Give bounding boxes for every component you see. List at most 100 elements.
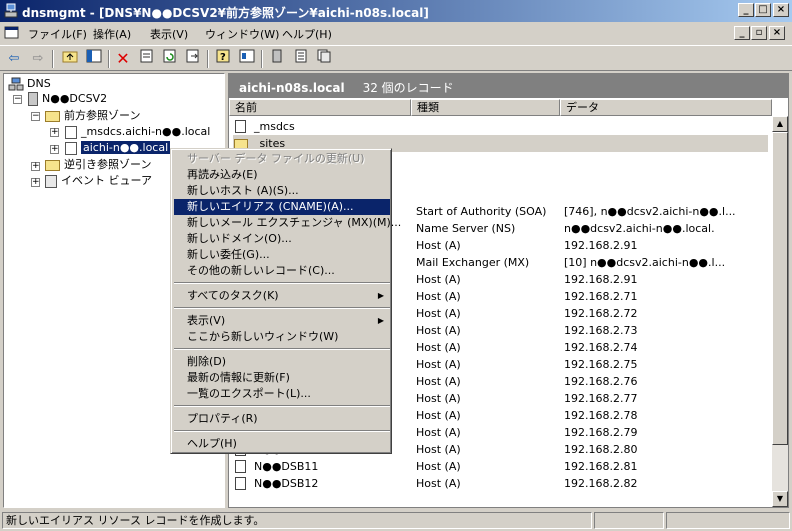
- record-data: 192.168.2.73: [564, 324, 638, 337]
- expand-toggle[interactable]: +: [50, 128, 59, 137]
- expand-toggle[interactable]: +: [31, 162, 40, 171]
- context-menu-item[interactable]: 最新の情報に更新(F): [174, 370, 390, 386]
- record-name: _msdcs: [254, 120, 295, 133]
- window-title: dnsmgmt - [DNS¥N●●DCSV2¥前方参照ゾーン¥aichi-n0…: [22, 6, 429, 20]
- menu-window[interactable]: ウィンドウ(W): [205, 26, 279, 42]
- context-menu-item[interactable]: 表示(V) ▶: [174, 313, 390, 329]
- maximize-button[interactable]: □: [755, 3, 771, 17]
- table-row[interactable]: N●●DSB11 Host (A) 192.168.2.81: [233, 458, 768, 475]
- scroll-thumb[interactable]: [772, 132, 788, 445]
- context-menu-item-label: サーバー データ ファイルの更新(U): [187, 152, 365, 165]
- record-data: [746], n●●dcsv2.aichi-n●●.l...: [564, 205, 736, 218]
- column-header-type[interactable]: 種類: [411, 99, 560, 116]
- context-menu-item[interactable]: 一覧のエクスポート(L)...: [174, 386, 390, 402]
- console-icon[interactable]: [4, 25, 20, 41]
- properties-icon[interactable]: [137, 49, 157, 69]
- context-menu-item[interactable]: ここから新しいウィンドウ(W): [174, 329, 390, 345]
- child-close-button[interactable]: ×: [769, 26, 785, 40]
- context-menu-item[interactable]: 新しい委任(G)...: [174, 247, 390, 263]
- context-menu-item-label: すべてのタスク(K): [187, 289, 279, 302]
- menu-bar: ファイル(F) 操作(A) 表示(V) ウィンドウ(W) ヘルプ(H) _ ▫ …: [0, 22, 792, 44]
- record-data: 192.168.2.91: [564, 273, 638, 286]
- record-icon: [235, 460, 246, 473]
- child-restore-button[interactable]: ▫: [751, 26, 767, 40]
- scroll-down-button[interactable]: ▼: [772, 491, 788, 507]
- context-menu-item-label: 削除(D): [187, 355, 227, 368]
- child-minimize-button[interactable]: _: [734, 26, 750, 40]
- tree-node-reverse-zones[interactable]: 逆引き参照ゾーン: [45, 157, 151, 173]
- expand-toggle[interactable]: +: [31, 178, 40, 187]
- scroll-up-button[interactable]: ▲: [772, 116, 788, 132]
- record-data: 192.168.2.77: [564, 392, 638, 405]
- tree-label-forward: 前方参照ゾーン: [64, 109, 141, 122]
- tree-node-msdcs[interactable]: _msdcs.aichi-n●●.local: [65, 124, 210, 140]
- record-type: Host (A): [416, 324, 461, 337]
- collapse-toggle[interactable]: −: [13, 95, 22, 104]
- close-button[interactable]: ×: [773, 3, 789, 17]
- up-folder-icon[interactable]: [60, 49, 80, 69]
- tree-label-server: N●●DCSV2: [42, 92, 108, 105]
- tree-node-zone-selected[interactable]: aichi-n●●.local: [65, 140, 172, 156]
- tree-node-server[interactable]: N●●DCSV2: [28, 91, 107, 107]
- context-menu-item[interactable]: 新しいドメイン(O)...: [174, 231, 390, 247]
- context-menu-item[interactable]: 削除(D): [174, 354, 390, 370]
- menu-help[interactable]: ヘルプ(H): [282, 26, 332, 42]
- server-icon[interactable]: [267, 49, 287, 69]
- tree-label-zone: aichi-n●●.local: [79, 140, 172, 155]
- record-data: n●●dcsv2.aichi-n●●.local.: [564, 222, 715, 235]
- forward-arrow-icon[interactable]: ⇨: [28, 49, 48, 69]
- console-view-icon[interactable]: [237, 49, 257, 69]
- record-data: 192.168.2.91: [564, 239, 638, 252]
- menu-file[interactable]: ファイル(F): [28, 26, 87, 42]
- context-menu-item-label: ヘルプ(H): [187, 437, 237, 450]
- delete-icon[interactable]: ✕: [113, 49, 133, 69]
- zone-title: aichi-n08s.local: [239, 81, 345, 95]
- context-menu-item-label: その他の新しいレコード(C)...: [187, 264, 335, 277]
- collapse-toggle[interactable]: −: [31, 112, 40, 121]
- folder-icon: [45, 159, 60, 171]
- tree-node-forward-zones[interactable]: 前方参照ゾーン: [45, 108, 140, 124]
- refresh-icon[interactable]: [160, 49, 180, 69]
- record-type: Start of Authority (SOA): [416, 205, 547, 218]
- context-menu-item[interactable]: 新しいホスト (A)(S)...: [174, 183, 390, 199]
- vertical-scrollbar[interactable]: ▲ ▼: [772, 116, 788, 507]
- title-bar: dnsmgmt - [DNS¥N●●DCSV2¥前方参照ゾーン¥aichi-n0…: [0, 0, 792, 22]
- context-menu-item[interactable]: プロパティ(R): [174, 411, 390, 427]
- back-arrow-icon[interactable]: ⇦: [4, 49, 24, 69]
- context-menu-item[interactable]: すべてのタスク(K) ▶: [174, 288, 390, 304]
- svg-text:?: ?: [220, 52, 226, 63]
- context-menu-item[interactable]: 新しいメール エクスチェンジャ (MX)(M)...: [174, 215, 401, 231]
- menu-separator: [174, 307, 390, 309]
- context-menu-item[interactable]: ヘルプ(H): [174, 436, 390, 452]
- status-text: 新しいエイリアス リソース レコードを作成します。: [2, 512, 592, 529]
- table-row[interactable]: N●●DSB12 Host (A) 192.168.2.82: [233, 475, 768, 492]
- show-hide-tree-icon[interactable]: [84, 49, 104, 69]
- context-menu-item-label: 新しいエイリアス (CNAME)(A)...: [187, 200, 354, 213]
- copy-records-icon[interactable]: [314, 49, 334, 69]
- record-name: N●●DSB12: [254, 477, 319, 490]
- column-header-name[interactable]: 名前: [229, 99, 411, 116]
- minimize-button[interactable]: _: [738, 3, 754, 17]
- export-list-icon[interactable]: [183, 49, 203, 69]
- record-data: 192.168.2.76: [564, 375, 638, 388]
- help-icon[interactable]: ?: [213, 49, 233, 69]
- context-menu-item-label: ここから新しいウィンドウ(W): [187, 330, 339, 343]
- result-pane-header: aichi-n08s.local 32 個のレコード: [229, 74, 788, 98]
- record-data: 192.168.2.75: [564, 358, 638, 371]
- table-row[interactable]: _msdcs: [233, 118, 768, 135]
- status-panel-3: [666, 512, 790, 529]
- menu-action[interactable]: 操作(A): [93, 26, 131, 42]
- tree-node-dns[interactable]: DNS: [8, 76, 51, 92]
- context-menu-item[interactable]: 再読み込み(E): [174, 167, 390, 183]
- menu-view[interactable]: 表示(V): [150, 26, 188, 42]
- record-list-icon[interactable]: [291, 49, 311, 69]
- column-header-data[interactable]: データ: [560, 99, 772, 116]
- context-menu-item-label: 最新の情報に更新(F): [187, 371, 290, 384]
- context-menu-item[interactable]: 新しいエイリアス (CNAME)(A)...: [174, 199, 390, 215]
- context-menu-item-label: 新しいメール エクスチェンジャ (MX)(M)...: [187, 216, 402, 229]
- tree-label-msdcs: _msdcs.aichi-n●●.local: [81, 125, 211, 138]
- expand-toggle[interactable]: +: [50, 145, 59, 154]
- context-menu-item[interactable]: その他の新しいレコード(C)...: [174, 263, 390, 279]
- tree-node-event-viewer[interactable]: イベント ビューア: [45, 173, 152, 189]
- context-menu-item-label: 新しい委任(G)...: [187, 248, 270, 261]
